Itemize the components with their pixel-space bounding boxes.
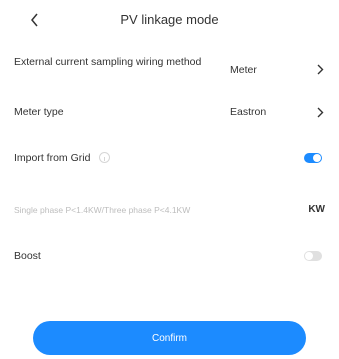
header-bar: PV linkage mode: [0, 0, 339, 40]
meter-type-row[interactable]: Meter type Eastron: [0, 105, 339, 121]
meter-type-label: Meter type: [14, 106, 64, 118]
toggle-knob: [305, 252, 313, 260]
import-grid-label: Import from Grid: [14, 152, 91, 164]
boost-label: Boost: [14, 250, 41, 262]
wiring-method-value: Meter: [230, 64, 257, 76]
info-icon[interactable]: [99, 151, 111, 163]
import-grid-label-wrap: Import from Grid: [14, 151, 111, 164]
toggle-knob: [313, 154, 321, 162]
power-unit: KW: [308, 204, 325, 215]
wiring-method-label: External current sampling wiring method: [14, 56, 202, 68]
page-title: PV linkage mode: [120, 12, 219, 27]
wiring-method-row[interactable]: External current sampling wiring method …: [0, 56, 339, 84]
power-limit-input[interactable]: Single phase P<1.4KW/Three phase P<4.1KW: [14, 205, 190, 215]
chevron-right-icon: [315, 63, 325, 75]
chevron-right-icon: [315, 106, 325, 118]
import-grid-toggle[interactable]: [304, 153, 322, 163]
confirm-button[interactable]: Confirm: [33, 321, 306, 355]
meter-type-value: Eastron: [230, 106, 267, 118]
import-grid-row: Import from Grid: [0, 151, 339, 167]
boost-toggle[interactable]: [304, 251, 322, 261]
boost-row: Boost: [0, 249, 339, 265]
